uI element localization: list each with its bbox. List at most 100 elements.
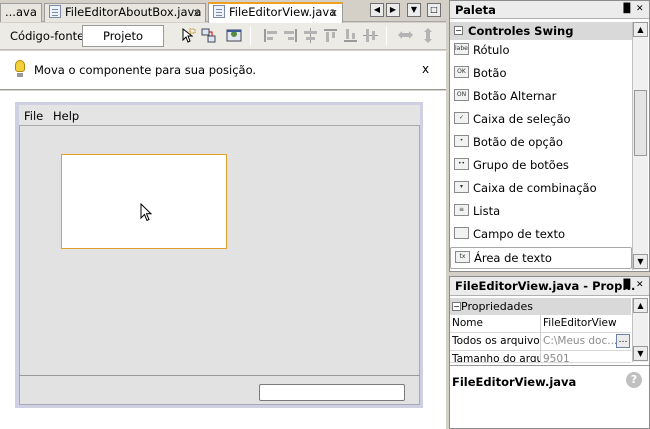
- center-vertically-icon[interactable]: [362, 27, 379, 44]
- hint-bar: Mova o componente para sua posição. x: [0, 51, 446, 90]
- palette-item-text: Grupo de botões: [473, 158, 569, 172]
- palette-item-label[interactable]: label Rótulo: [450, 40, 632, 62]
- minimize-panel-icon[interactable]: ▐▌: [620, 4, 634, 14]
- radio-button-icon: •: [454, 135, 469, 147]
- text-area-component[interactable]: [61, 154, 227, 249]
- align-left-icon[interactable]: [262, 27, 279, 44]
- palette-item-text: Botão de opção: [473, 135, 563, 149]
- scrollbar-thumb[interactable]: [634, 90, 647, 156]
- property-row[interactable]: Tamanho do arquivo 9501: [450, 351, 631, 363]
- text-field-icon: [454, 227, 469, 239]
- source-view-button[interactable]: Código-fonte: [10, 29, 84, 43]
- category-label: Propriedades: [461, 300, 533, 313]
- palette-item-text: Área de texto: [474, 251, 552, 265]
- ellipsis-button[interactable]: …: [616, 334, 630, 348]
- column-divider: [540, 351, 541, 362]
- palette-scrollbar[interactable]: ▲ ▼: [632, 22, 648, 270]
- connection-mode-icon[interactable]: [200, 27, 217, 44]
- palette-item-text: Lista: [473, 204, 501, 218]
- tab-label: FileEditorView.java: [229, 5, 337, 19]
- property-row[interactable]: Todos os arquivos C:\Meus doc...: [450, 333, 631, 351]
- palette-item-button-group[interactable]: •• Grupo de botões: [450, 155, 632, 177]
- label-icon: label: [454, 43, 469, 55]
- property-value[interactable]: FileEditorView: [543, 317, 619, 329]
- editor-tab-bar: ...ava FileEditorAboutBox.java x FileEdi…: [0, 0, 446, 23]
- palette-item-radio-button[interactable]: • Botão de opção: [450, 132, 632, 154]
- scroll-up-icon[interactable]: ▲: [633, 22, 648, 37]
- palette-item-text-area[interactable]: tx Área de texto: [450, 247, 632, 269]
- text-area-icon: tx: [455, 251, 470, 263]
- description-separator: [450, 365, 649, 366]
- lightbulb-icon: [15, 60, 25, 77]
- property-key: Todos os arquivos: [452, 335, 540, 347]
- button-icon: OK: [454, 66, 469, 78]
- palette-item-list[interactable]: ≡ Lista: [450, 201, 632, 223]
- property-value[interactable]: 9501: [543, 353, 619, 362]
- button-group-icon: ••: [454, 158, 469, 170]
- design-view-button[interactable]: Projeto: [82, 25, 164, 47]
- tab-file-editor-about-box[interactable]: FileEditorAboutBox.java x: [44, 3, 206, 22]
- show-opened-documents-icon[interactable]: ▼: [407, 3, 421, 17]
- scroll-down-icon[interactable]: ▼: [633, 346, 648, 361]
- scroll-tabs-right-icon[interactable]: ▶: [386, 3, 400, 17]
- column-divider: [540, 315, 541, 333]
- align-top-icon[interactable]: [322, 27, 339, 44]
- category-label: Controles Swing: [468, 24, 574, 38]
- tab-truncated[interactable]: ...ava: [0, 3, 42, 22]
- scroll-down-icon[interactable]: ▼: [633, 254, 648, 269]
- menu-help[interactable]: Help: [53, 109, 79, 123]
- palette-item-toggle-button[interactable]: ON Botão Alternar: [450, 86, 632, 108]
- palette-header: Paleta ▐▌ ✕: [450, 1, 649, 19]
- toggle-button-icon: ON: [454, 89, 469, 101]
- palette-category[interactable]: − Controles Swing: [450, 22, 632, 40]
- collapse-icon[interactable]: −: [452, 302, 461, 311]
- palette-item-text: Botão: [473, 66, 507, 80]
- column-divider: [540, 333, 541, 351]
- scroll-tabs-left-icon[interactable]: ◀: [370, 3, 384, 17]
- properties-header: FileEditorView.java - Prop... ▐▌ ✕: [450, 277, 649, 296]
- align-bottom-icon[interactable]: [342, 27, 359, 44]
- menu-file[interactable]: File: [24, 109, 43, 123]
- form-menubar: File Help: [19, 105, 420, 126]
- close-tab-icon[interactable]: x: [330, 4, 337, 21]
- palette-item-text: Campo de texto: [473, 227, 566, 241]
- preview-design-icon[interactable]: [226, 27, 243, 44]
- hint-text: Mova o componente para sua posição.: [34, 63, 257, 77]
- java-file-icon: [213, 5, 225, 18]
- progress-bar: [259, 384, 405, 401]
- center-horizontally-icon[interactable]: [302, 27, 319, 44]
- toolbar-separator: [386, 27, 387, 45]
- maximize-window-icon[interactable]: □: [427, 3, 441, 17]
- mouse-cursor-icon: [140, 203, 153, 222]
- palette-item-button[interactable]: OK Botão: [450, 63, 632, 85]
- properties-category[interactable]: − Propriedades: [450, 298, 631, 315]
- form-panel[interactable]: [19, 105, 420, 405]
- palette-item-text: Botão Alternar: [473, 89, 557, 103]
- collapse-icon[interactable]: −: [454, 26, 463, 35]
- change-vertical-resizability-icon[interactable]: [420, 27, 437, 44]
- close-panel-icon[interactable]: ✕: [636, 4, 644, 14]
- status-panel-separator: [19, 375, 420, 376]
- close-tab-icon[interactable]: x: [193, 4, 200, 21]
- help-icon[interactable]: ?: [626, 372, 642, 388]
- align-right-icon[interactable]: [282, 27, 299, 44]
- property-row[interactable]: Nome FileEditorView: [450, 315, 631, 333]
- properties-scrollbar[interactable]: ▲ ▼: [632, 298, 648, 362]
- checkbox-icon: ✓: [454, 112, 469, 124]
- tab-file-editor-view[interactable]: FileEditorView.java x: [208, 2, 343, 23]
- change-horizontal-resizability-icon[interactable]: [397, 27, 414, 44]
- scroll-up-icon[interactable]: ▲: [633, 298, 648, 313]
- close-hint-icon[interactable]: x: [422, 62, 429, 76]
- minimize-panel-icon[interactable]: ▐▌: [620, 280, 634, 290]
- selection-mode-icon[interactable]: [180, 27, 197, 44]
- java-file-icon: [49, 5, 61, 18]
- properties-title: FileEditorView.java - Prop...: [455, 279, 636, 293]
- property-value[interactable]: C:\Meus doc...: [543, 335, 619, 347]
- close-panel-icon[interactable]: ✕: [636, 280, 644, 290]
- property-key: Nome: [452, 317, 483, 329]
- palette-item-checkbox[interactable]: ✓ Caixa de seleção: [450, 109, 632, 131]
- combo-box-icon: ▾: [454, 181, 469, 193]
- palette-item-combo-box[interactable]: ▾ Caixa de combinação: [450, 178, 632, 200]
- palette-item-text-field[interactable]: Campo de texto: [450, 224, 632, 246]
- palette-item-text: Caixa de seleção: [473, 112, 571, 126]
